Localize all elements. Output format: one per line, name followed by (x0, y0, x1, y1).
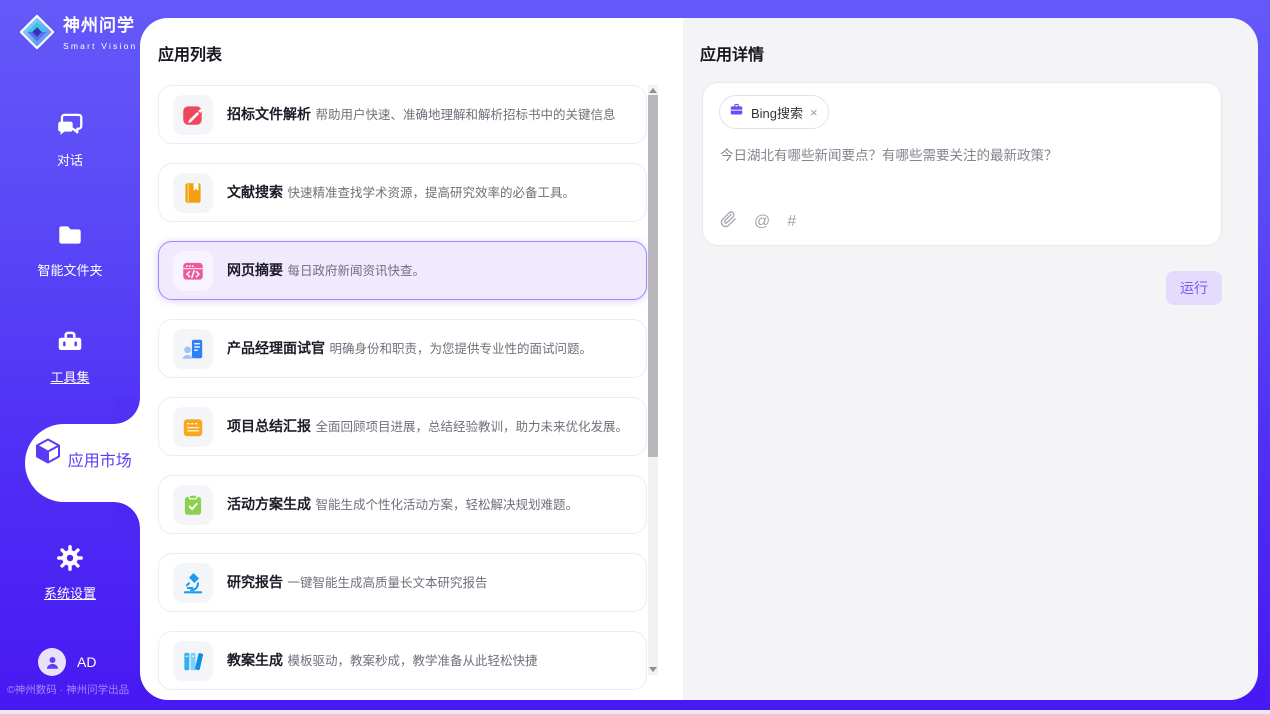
sidebar-item-label: 系统设置 (0, 583, 140, 602)
app-card-list: 招标文件解析 帮助用户快速、准确地理解和解析招标书中的关键信息 文献搜索 (158, 85, 647, 700)
pen-square-icon (173, 95, 213, 135)
sidebar: 神州问学 Smart Vision 对话 智能文件夹 (0, 0, 140, 710)
clipboard-check-icon (173, 485, 213, 525)
content-area: 应用列表 招标文件解析 帮助用户快速、准确地理解和解析招标书中的关键信息 (140, 18, 1258, 700)
microscope-icon (173, 563, 213, 603)
book-icon (173, 173, 213, 213)
run-button[interactable]: 运行 (1166, 271, 1222, 305)
input-toolbar: @ # (720, 211, 796, 233)
sidebar-item-label: 应用市场 (68, 453, 132, 470)
app-card-lesson-plan[interactable]: 教案生成 模板驱动，教案秒成，教学准备从此轻松快捷 (158, 631, 647, 690)
app-card-literature-search[interactable]: 文献搜索 快速精准查找学术资源，提高研究效率的必备工具。 (158, 163, 647, 222)
app-description: 一键智能生成高质量长文本研究报告 (287, 576, 487, 590)
app-detail-title: 应用详情 (700, 41, 764, 65)
user-account[interactable]: AD (38, 648, 96, 676)
app-detail-panel: 应用详情 Bing搜索 × 今日湖北有哪些新闻要点？有哪些需要关注的最新政策？ (683, 18, 1258, 700)
app-description: 模板驱动，教案秒成，教学准备从此轻松快捷 (287, 654, 537, 668)
sidebar-item-label: 对话 (0, 150, 140, 169)
tool-tag-label: Bing搜索 (751, 103, 803, 122)
app-card-project-summary[interactable]: 项目总结汇报 全面回顾项目进展，总结经验教训，助力未来优化发展。 (158, 397, 647, 456)
toolbox-icon (55, 344, 85, 361)
app-list-panel: 应用列表 招标文件解析 帮助用户快速、准确地理解和解析招标书中的关键信息 (140, 18, 683, 700)
resume-icon (173, 329, 213, 369)
scroll-up-arrow-icon[interactable] (649, 88, 657, 93)
sidebar-item-label: 工具集 (0, 367, 140, 386)
notepad-icon (173, 407, 213, 447)
prompt-input[interactable]: 今日湖北有哪些新闻要点？有哪些需要关注的最新政策？ (720, 146, 1200, 165)
app-name: 招标文件解析 (227, 106, 311, 122)
app-card-research-report[interactable]: 研究报告 一键智能生成高质量长文本研究报告 (158, 553, 647, 612)
cube-icon (33, 453, 67, 470)
app-window: 神州问学 Smart Vision 对话 智能文件夹 (0, 0, 1270, 714)
sidebar-item-app-market[interactable]: 应用市场 (25, 424, 140, 502)
app-card-bid-analysis[interactable]: 招标文件解析 帮助用户快速、准确地理解和解析招标书中的关键信息 (158, 85, 647, 144)
app-description: 每日政府新闻资讯快查。 (287, 264, 425, 278)
app-name: 教案生成 (227, 652, 283, 668)
app-name: 产品经理面试官 (227, 340, 325, 356)
sidebar-item-toolset[interactable]: 工具集 (0, 327, 140, 386)
chat-icon (55, 127, 85, 144)
scrollbar-thumb[interactable] (648, 95, 658, 457)
window-bottom-strip (0, 710, 1270, 714)
diamond-logo-icon (18, 13, 56, 56)
avatar (38, 648, 66, 676)
list-scrollbar[interactable] (648, 85, 658, 675)
sidebar-item-label: 智能文件夹 (0, 260, 140, 279)
app-description: 帮助用户快速、准确地理解和解析招标书中的关键信息 (315, 108, 615, 122)
brand-logo: 神州问学 Smart Vision (18, 13, 140, 56)
app-description: 快速精准查找学术资源，提高研究效率的必备工具。 (287, 186, 575, 200)
sidebar-item-smart-folder[interactable]: 智能文件夹 (0, 220, 140, 279)
browser-code-icon (173, 251, 213, 291)
app-card-event-plan[interactable]: 活动方案生成 智能生成个性化活动方案，轻松解决规划难题。 (158, 475, 647, 534)
sidebar-item-chat[interactable]: 对话 (0, 110, 140, 169)
close-icon[interactable]: × (810, 106, 818, 119)
app-description: 明确身份和职责，为您提供专业性的面试问题。 (329, 342, 592, 356)
scroll-down-arrow-icon[interactable] (649, 667, 657, 672)
briefcase-icon (729, 102, 744, 122)
attachment-icon[interactable] (720, 211, 737, 233)
brand-subtitle: Smart Vision (63, 41, 137, 51)
app-card-pm-interviewer[interactable]: 产品经理面试官 明确身份和职责，为您提供专业性的面试问题。 (158, 319, 647, 378)
brand-name: 神州问学 (63, 16, 135, 35)
sidebar-item-settings[interactable]: 系统设置 (0, 543, 140, 602)
tool-tag-bing-search[interactable]: Bing搜索 × (719, 95, 829, 129)
mention-icon[interactable]: @ (754, 214, 770, 230)
app-description: 全面回顾项目进展，总结经验教训，助力未来优化发展。 (315, 420, 628, 434)
app-name: 网页摘要 (227, 262, 283, 278)
gear-icon (55, 560, 85, 577)
hash-icon[interactable]: # (787, 214, 796, 230)
app-name: 研究报告 (227, 574, 283, 590)
app-list-title: 应用列表 (158, 41, 222, 65)
folder-icon (55, 237, 85, 254)
copyright-text: ©神州数码 · 神州问学出品 (7, 682, 140, 697)
app-name: 活动方案生成 (227, 496, 311, 512)
app-description: 智能生成个性化活动方案，轻松解决规划难题。 (315, 498, 578, 512)
user-name: AD (77, 654, 96, 670)
app-name: 文献搜索 (227, 184, 283, 200)
books-icon (173, 641, 213, 681)
prompt-input-card[interactable]: Bing搜索 × 今日湖北有哪些新闻要点？有哪些需要关注的最新政策？ @ # (702, 82, 1222, 246)
app-name: 项目总结汇报 (227, 418, 311, 434)
app-card-web-summary[interactable]: 网页摘要 每日政府新闻资讯快查。 (158, 241, 647, 300)
